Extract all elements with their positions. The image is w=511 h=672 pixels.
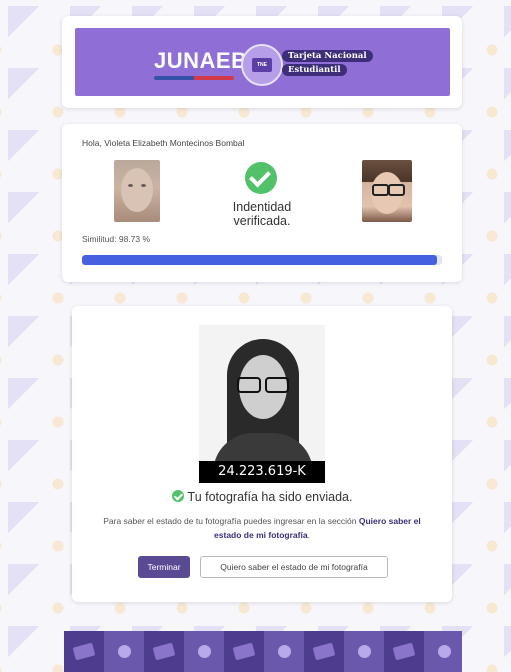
similarity-progress-fill xyxy=(82,255,438,265)
greeting-text: Hola, Violeta Elizabeth Montecinos Bomba… xyxy=(82,138,245,148)
check-circle-icon xyxy=(171,490,184,502)
logo-underline xyxy=(154,76,234,80)
junaeb-logo: JUNAEB xyxy=(154,48,248,73)
similarity-score: Similitud: 98.73 % xyxy=(82,234,151,244)
status-info-text: Para saber el estado de tu fotografía pu… xyxy=(92,514,432,542)
junaeb-banner: JUNAEB TNE Tarjeta Nacional Estudiantil xyxy=(75,28,450,96)
photo-result-card: 24.223.619-K Tu fotografía ha sido envia… xyxy=(72,306,452,602)
card-icon xyxy=(392,642,416,661)
tne-logo-icon: TNE xyxy=(241,44,283,86)
info-suffix: . xyxy=(307,530,310,540)
glasses-icon xyxy=(388,184,405,196)
identity-verified-status: Indentidad verificada. xyxy=(202,200,322,228)
status-line2: verificada. xyxy=(233,214,291,228)
info-prefix: Para saber el estado de tu fotografía pu… xyxy=(103,516,359,526)
card-icon xyxy=(232,642,256,661)
captured-face-photo xyxy=(114,160,160,222)
card-icon xyxy=(152,642,176,661)
tne-card-icon: TNE xyxy=(252,58,272,72)
rut-label: 24.223.619-K xyxy=(199,461,325,483)
circle-icon xyxy=(358,645,371,658)
card-icon xyxy=(312,642,336,661)
footer-pattern-cell xyxy=(104,631,144,672)
sent-text: Tu fotografía ha sido enviada. xyxy=(187,490,353,504)
circle-icon xyxy=(118,645,131,658)
footer-pattern-cell xyxy=(304,631,344,672)
footer-pattern-cell xyxy=(264,631,304,672)
reference-face-photo xyxy=(362,160,412,222)
check-photo-status-button[interactable]: Quiero saber el estado de mi fotografía xyxy=(200,556,388,578)
circle-icon xyxy=(198,645,211,658)
similarity-progress-bar xyxy=(82,255,442,265)
card-icon xyxy=(72,642,96,661)
circle-icon xyxy=(278,645,291,658)
footer-pattern-cell xyxy=(424,631,462,672)
photo-sent-message: Tu fotografía ha sido enviada. xyxy=(72,490,452,504)
circle-icon xyxy=(438,645,451,658)
footer-pattern-cell xyxy=(344,631,384,672)
verification-card: Hola, Violeta Elizabeth Montecinos Bomba… xyxy=(62,124,462,282)
check-mark xyxy=(249,165,271,188)
footer-pattern-cell xyxy=(384,631,424,672)
tne-title-line2: Estudiantil xyxy=(282,64,347,76)
header-card: JUNAEB TNE Tarjeta Nacional Estudiantil xyxy=(62,16,462,108)
check-circle-icon xyxy=(245,162,277,194)
glasses-icon xyxy=(372,184,389,196)
footer-pattern-strip xyxy=(64,631,462,672)
tne-title-line1: Tarjeta Nacional xyxy=(282,50,373,62)
footer-pattern-cell xyxy=(144,631,184,672)
footer-pattern-cell xyxy=(184,631,224,672)
id-photo: 24.223.619-K xyxy=(199,325,325,483)
finish-button[interactable]: Terminar xyxy=(138,556,190,578)
footer-pattern-cell xyxy=(64,631,104,672)
glasses-icon xyxy=(265,377,289,393)
face-eye xyxy=(141,184,146,187)
face-shape xyxy=(121,168,153,212)
footer-pattern-cell xyxy=(224,631,264,672)
status-line1: Indentidad xyxy=(232,200,292,214)
glasses-icon xyxy=(237,377,261,393)
face-eye xyxy=(128,184,133,187)
